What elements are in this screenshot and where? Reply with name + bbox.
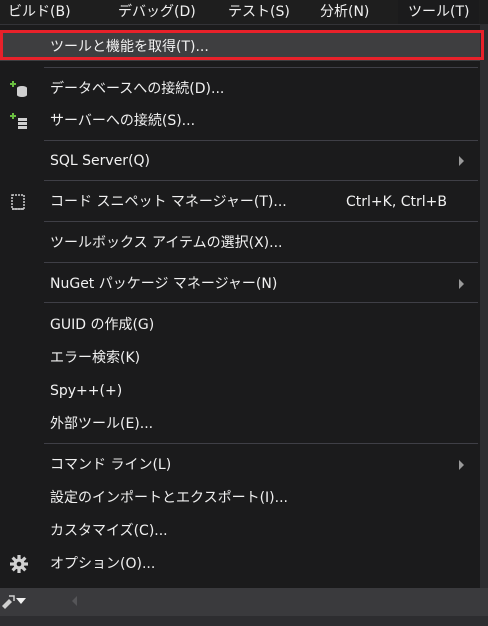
menu-item-label: 設定のインポートとエクスポート(I)... [50, 490, 288, 506]
bottom-toolbar-strip [0, 588, 488, 616]
menu-tools[interactable]: ツール(T) [398, 0, 480, 24]
menu-item-spy[interactable]: Spy++(+) [0, 377, 480, 405]
menu-item-code-snippet-manager[interactable]: コード スニペット マネージャー(T)... Ctrl+K, Ctrl+B [0, 188, 480, 216]
menu-item-nuget-package-manager[interactable]: NuGet パッケージ マネージャー(N) [0, 270, 480, 298]
menu-item-connect-database[interactable]: データベースへの接続(D)... [0, 75, 480, 103]
menu-item-label: 外部ツール(E)... [50, 416, 154, 432]
menu-item-sql-server[interactable]: SQL Server(Q) [0, 147, 480, 175]
menu-separator [44, 221, 478, 222]
bottom-toolbar [0, 588, 488, 626]
highlight-annotation-box [0, 30, 484, 60]
menu-item-label: オプション(O)... [50, 556, 156, 572]
menu-item-label: エラー検索(K) [50, 350, 141, 366]
menu-item-label: コード スニペット マネージャー(T)... [50, 194, 287, 210]
menu-item-command-line[interactable]: コマンド ライン(L) [0, 451, 480, 479]
menu-item-label: NuGet パッケージ マネージャー(N) [50, 276, 278, 292]
menu-item-import-export-settings[interactable]: 設定のインポートとエクスポート(I)... [0, 484, 480, 512]
menu-item-label: Spy++(+) [50, 383, 123, 399]
menu-item-options[interactable]: オプション(O)... [0, 550, 480, 578]
menu-item-label: ツールボックス アイテムの選択(X)... [50, 235, 283, 251]
menu-separator [44, 262, 478, 263]
menu-item-label: GUID の作成(G) [50, 317, 155, 333]
menu-debug[interactable]: デバッグ(D) [118, 0, 196, 24]
menu-item-error-lookup[interactable]: エラー検索(K) [0, 344, 480, 372]
menu-separator [44, 180, 478, 181]
menu-item-label: データベースへの接続(D)... [50, 81, 225, 97]
menu-separator [44, 140, 478, 141]
menu-item-external-tools[interactable]: 外部ツール(E)... [0, 410, 480, 438]
menu-separator [44, 443, 478, 444]
menu-separator [44, 302, 478, 303]
menu-item-label: カスタマイズ(C)... [50, 523, 168, 539]
menu-item-label: コマンド ライン(L) [50, 457, 172, 473]
submenu-arrow-icon [459, 460, 464, 470]
menu-test[interactable]: テスト(S) [228, 0, 290, 24]
menu-build[interactable]: ビルド(B) [8, 0, 71, 24]
menu-item-label: SQL Server(Q) [50, 153, 151, 169]
menu-bar: ビルド(B) デバッグ(D) テスト(S) 分析(N) ツール(T) [0, 0, 488, 24]
menu-analyze[interactable]: 分析(N) [320, 0, 369, 24]
tools-dropdown-menu: ツールと機能を取得(T)... データベースへの接続(D)... サーバーへの接… [0, 24, 488, 589]
menu-item-connect-server[interactable]: サーバーへの接続(S)... [0, 107, 480, 135]
background-window-edge [480, 24, 488, 588]
menu-item-choose-toolbox-items[interactable]: ツールボックス アイテムの選択(X)... [0, 229, 480, 257]
gear-icon [8, 554, 30, 574]
menu-item-label: サーバーへの接続(S)... [50, 113, 196, 129]
server-connect-icon [8, 111, 30, 131]
submenu-arrow-icon [459, 156, 464, 166]
menu-item-create-guid[interactable]: GUID の作成(G) [0, 311, 480, 339]
database-connect-icon [8, 79, 30, 99]
submenu-arrow-icon [459, 279, 464, 289]
scroll-left-icon[interactable] [72, 596, 77, 606]
menu-separator [44, 67, 478, 68]
menu-item-shortcut: Ctrl+K, Ctrl+B [346, 194, 447, 210]
code-snippet-icon [8, 192, 30, 212]
menu-item-customize[interactable]: カスタマイズ(C)... [0, 517, 480, 545]
dropdown-arrow-icon[interactable] [16, 598, 26, 604]
